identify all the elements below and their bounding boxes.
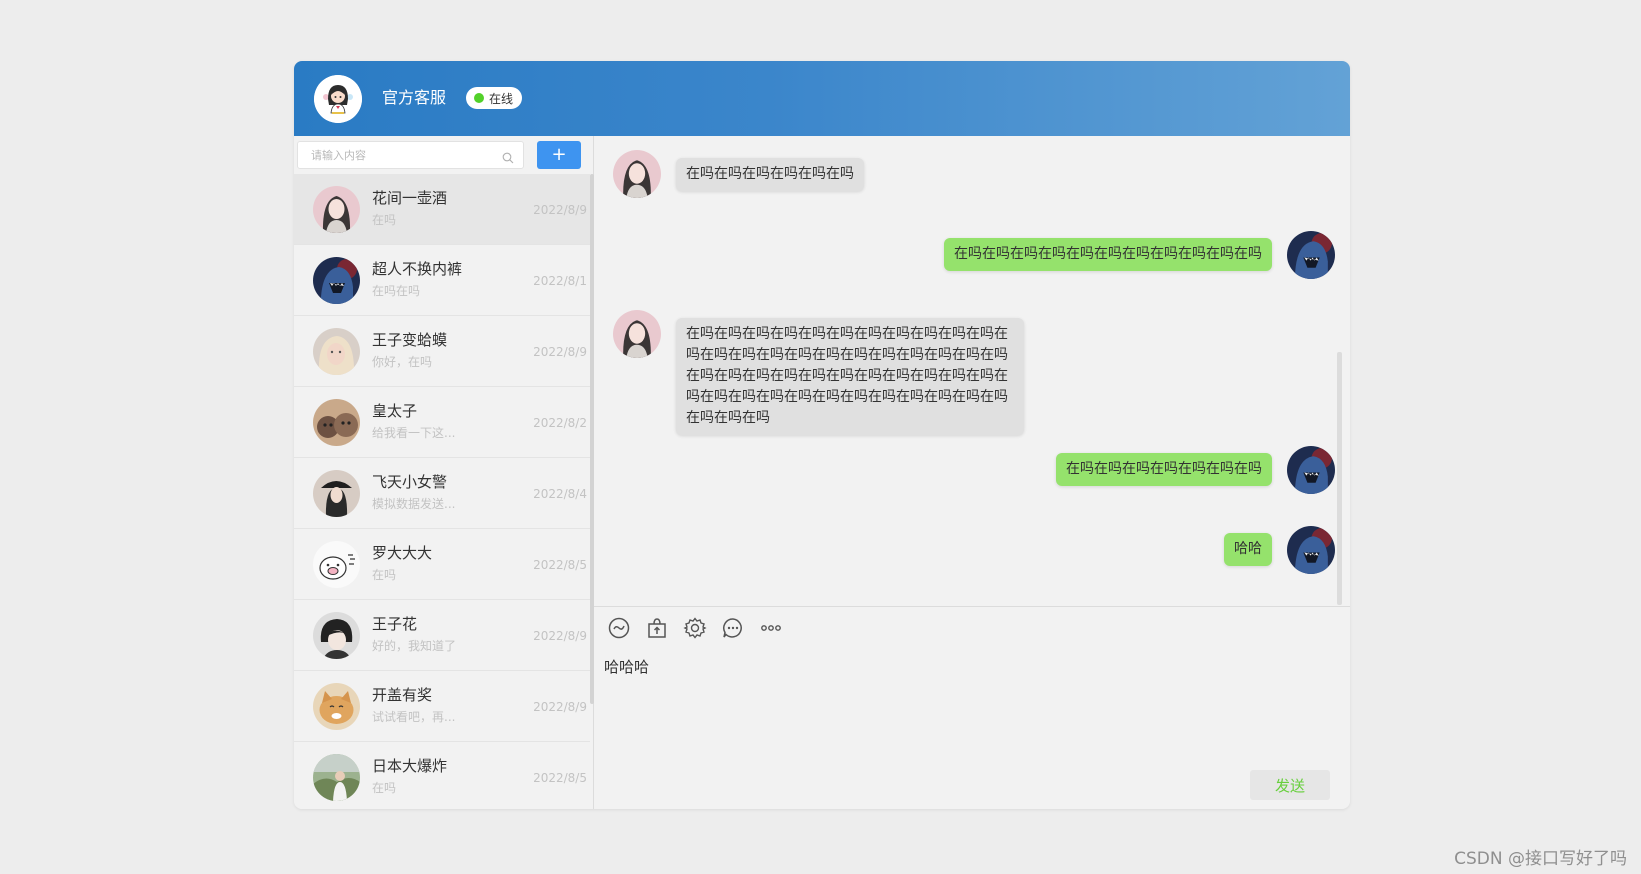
contact-date: 2022/8/5 (533, 558, 587, 572)
contact-list: 花间一壶酒 在吗 2022/8/9 超人不换内裤 在吗在吗 2022/8/1 王… (294, 174, 590, 809)
shark-monster-avatar[interactable] (1287, 526, 1335, 574)
contact-item[interactable]: 花间一壶酒 在吗 2022/8/9 (294, 174, 590, 245)
settings-icon[interactable] (683, 616, 709, 642)
contact-item[interactable]: 日本大爆炸 在吗 2022/8/5 (294, 742, 590, 809)
contact-item[interactable]: 皇太子 给我看一下这... 2022/8/2 (294, 387, 590, 458)
shark-monster-avatar[interactable] (1287, 231, 1335, 279)
upload-file-icon[interactable] (645, 616, 671, 642)
contact-preview: 在吗在吗 (372, 284, 421, 298)
contact-name: 皇太子 (372, 402, 418, 420)
cats-avatar (313, 399, 360, 446)
page-title: 官方客服 (382, 88, 447, 107)
contact-item[interactable]: 罗大大大 在吗 2022/8/5 (294, 529, 590, 600)
contact-name: 花间一壶酒 (372, 189, 448, 207)
girl-portrait-avatar[interactable] (613, 310, 661, 358)
contact-preview: 模拟数据发送... (372, 497, 456, 511)
pig-cartoon-avatar (313, 541, 360, 588)
contact-date: 2022/8/1 (533, 274, 587, 288)
status-label: 在线 (489, 91, 514, 106)
contact-date: 2022/8/9 (533, 700, 587, 714)
anime-boy-avatar (313, 612, 360, 659)
message-list: 在吗在吗在吗在吗在吗在吗 在吗在吗在吗在吗在吗在吗在吗在吗在吗在吗在吗 在吗在吗… (594, 136, 1350, 606)
message-bubble-received: 在吗在吗在吗在吗在吗在吗在吗在吗在吗在吗在吗在吗在吗在吗在吗在吗在吗在吗在吗在吗… (676, 318, 1024, 435)
contact-item[interactable]: 开盖有奖 试试看吧，再... 2022/8/9 (294, 671, 590, 742)
message-bubble-sent: 在吗在吗在吗在吗在吗在吗在吗 (1056, 453, 1272, 486)
contact-date: 2022/8/4 (533, 487, 587, 501)
header-bar: 官方客服 在线 (294, 61, 1350, 136)
blonde-girl-avatar (313, 328, 360, 375)
contact-date: 2022/8/9 (533, 203, 587, 217)
contact-date: 2022/8/5 (533, 771, 587, 785)
contact-preview: 在吗 (372, 568, 397, 582)
chat-panel: 在吗在吗在吗在吗在吗在吗 在吗在吗在吗在吗在吗在吗在吗在吗在吗在吗在吗 在吗在吗… (594, 136, 1350, 809)
shark-monster-avatar[interactable] (1287, 446, 1335, 494)
search-icon[interactable] (502, 149, 514, 164)
contact-name: 王子变蛤蟆 (372, 331, 448, 349)
contact-preview: 好的，我知道了 (372, 639, 457, 653)
contact-item[interactable]: 王子花 好的，我知道了 2022/8/9 (294, 600, 590, 671)
online-dot-icon (474, 93, 484, 103)
watermark-text: CSDN @接口写好了吗 (1454, 849, 1627, 869)
hat-girl-avatar (313, 470, 360, 517)
cat-face-avatar (313, 683, 360, 730)
girl-portrait-avatar (313, 186, 360, 233)
contact-date: 2022/8/2 (533, 416, 587, 430)
message-bubble-sent: 哈哈 (1224, 533, 1272, 566)
add-contact-button[interactable]: + (537, 141, 581, 169)
contact-name: 超人不换内裤 (372, 260, 463, 278)
message-bubble-received: 在吗在吗在吗在吗在吗在吗 (676, 158, 864, 191)
emoji-icon[interactable] (607, 616, 633, 642)
chat-app-window: 官方客服 在线 + 花间一壶酒 在吗 2022/8/9 (294, 61, 1350, 809)
contact-item[interactable]: 超人不换内裤 在吗在吗 2022/8/1 (294, 245, 590, 316)
contact-name: 罗大大大 (372, 544, 433, 562)
contact-preview: 你好，在吗 (372, 355, 433, 369)
contact-date: 2022/8/9 (533, 345, 587, 359)
contact-preview: 在吗 (372, 781, 397, 795)
girl-portrait-avatar[interactable] (613, 150, 661, 198)
search-input[interactable] (311, 142, 496, 168)
girl-avatar-icon[interactable] (314, 75, 362, 123)
contact-name: 开盖有奖 (372, 686, 433, 704)
contact-item[interactable]: 飞天小女警 模拟数据发送... 2022/8/4 (294, 458, 590, 529)
contact-sidebar: + 花间一壶酒 在吗 2022/8/9 超人不换内裤 在吗在吗 2022/8/1 (294, 136, 594, 809)
composer-divider (594, 606, 1350, 607)
chat-scrollbar[interactable] (1337, 352, 1342, 605)
contact-preview: 试试看吧，再... (372, 710, 456, 724)
more-icon[interactable] (759, 616, 785, 642)
message-bubble-sent: 在吗在吗在吗在吗在吗在吗在吗在吗在吗在吗在吗 (944, 238, 1272, 271)
search-box (297, 141, 524, 169)
man-outdoor-avatar (313, 754, 360, 801)
send-button[interactable]: 发送 (1250, 770, 1330, 800)
contact-date: 2022/8/9 (533, 629, 587, 643)
chat-bubble-icon[interactable] (721, 616, 747, 642)
status-badge: 在线 (466, 87, 523, 109)
contact-name: 飞天小女警 (372, 473, 448, 491)
message-input[interactable]: 哈哈哈 (604, 656, 1334, 756)
contact-preview: 给我看一下这... (372, 426, 456, 440)
contact-item[interactable]: 王子变蛤蟆 你好，在吗 2022/8/9 (294, 316, 590, 387)
shark-monster-avatar (313, 257, 360, 304)
contact-name: 日本大爆炸 (372, 757, 448, 775)
contact-name: 王子花 (372, 615, 418, 633)
contact-preview: 在吗 (372, 213, 397, 227)
